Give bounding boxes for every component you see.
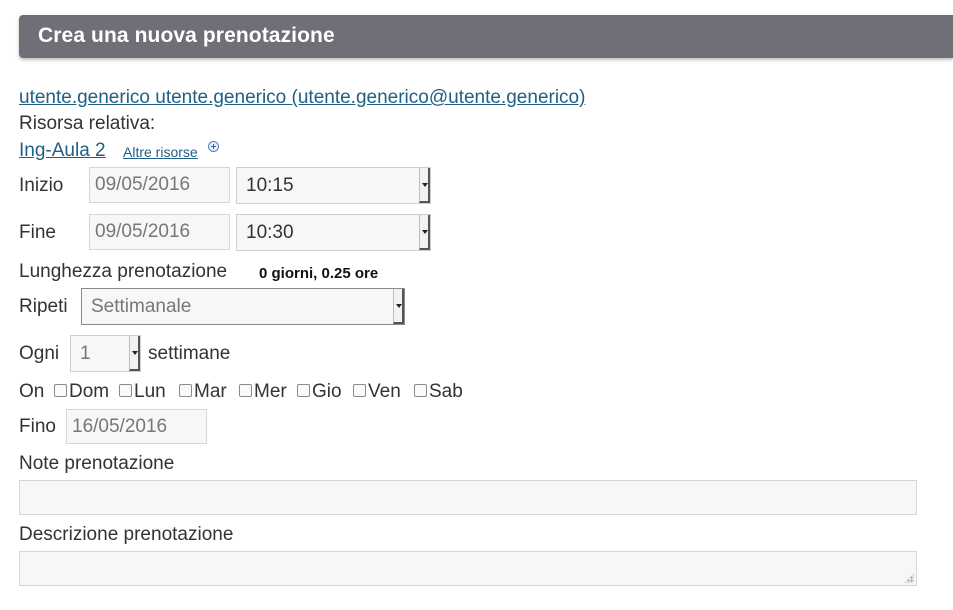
end-time-select[interactable]: 10:30: [236, 214, 431, 251]
until-label: Fino: [19, 416, 56, 437]
day-label: Sab: [429, 381, 463, 402]
every-label: Ogni: [19, 343, 60, 364]
chevron-down-icon: [419, 168, 430, 203]
end-date-input[interactable]: 09/05/2016: [89, 214, 230, 250]
resize-handle-icon[interactable]: [904, 573, 914, 583]
resource-label: Risorsa relativa:: [19, 113, 156, 134]
chevron-down-icon: [129, 336, 140, 371]
plus-circle-icon[interactable]: [208, 141, 219, 152]
duration-label: Lunghezza prenotazione: [19, 261, 228, 282]
description-textarea[interactable]: [19, 551, 917, 586]
day-checkbox[interactable]: [179, 384, 192, 397]
chevron-down-icon: [393, 289, 404, 324]
every-select[interactable]: 1: [70, 335, 141, 372]
end-label: Fine: [19, 222, 56, 243]
every-unit: settimane: [148, 343, 231, 364]
notes-input[interactable]: [19, 480, 917, 515]
end-time-value: 10:30: [246, 222, 294, 243]
day-checkbox[interactable]: [353, 384, 366, 397]
user-link[interactable]: utente.generico utente.generico (utente.…: [19, 87, 585, 109]
day-gio[interactable]: Gio: [297, 381, 342, 403]
day-mer[interactable]: Mer: [239, 381, 287, 403]
day-label: Ven: [368, 381, 401, 402]
day-mar[interactable]: Mar: [179, 381, 227, 403]
more-resources-link[interactable]: Altre risorse: [123, 144, 198, 160]
day-checkbox[interactable]: [119, 384, 132, 397]
resource-name-link[interactable]: Ing-Aula 2: [19, 140, 106, 162]
start-date-input[interactable]: 09/05/2016: [89, 167, 230, 203]
repeat-select[interactable]: Settimanale: [81, 288, 405, 325]
day-label: Lun: [134, 381, 166, 402]
day-lun[interactable]: Lun: [119, 381, 166, 403]
day-label: Gio: [312, 381, 342, 402]
page-title: Crea una nuova prenotazione: [38, 24, 335, 47]
day-label: Mar: [194, 381, 227, 402]
day-label: Mer: [254, 381, 287, 402]
day-checkbox[interactable]: [54, 384, 67, 397]
notes-label: Note prenotazione: [19, 453, 175, 474]
every-value: 1: [80, 343, 91, 364]
on-label: On: [19, 381, 45, 402]
day-ven[interactable]: Ven: [353, 381, 401, 403]
description-label: Descrizione prenotazione: [19, 524, 234, 545]
start-label: Inizio: [19, 175, 64, 196]
start-time-select[interactable]: 10:15: [236, 167, 431, 204]
page-header: Crea una nuova prenotazione: [19, 15, 953, 58]
day-dom[interactable]: Dom: [54, 381, 109, 403]
chevron-down-icon: [419, 215, 430, 250]
until-date-input[interactable]: 16/05/2016: [66, 409, 207, 444]
duration-value: 0 giorni, 0.25 ore: [259, 265, 379, 282]
day-sab[interactable]: Sab: [414, 381, 463, 403]
day-checkbox[interactable]: [414, 384, 427, 397]
day-checkbox[interactable]: [239, 384, 252, 397]
day-label: Dom: [69, 381, 110, 402]
day-checkbox[interactable]: [297, 384, 310, 397]
repeat-label: Ripeti: [19, 296, 68, 317]
start-time-value: 10:15: [246, 175, 294, 196]
repeat-value: Settimanale: [91, 296, 192, 317]
